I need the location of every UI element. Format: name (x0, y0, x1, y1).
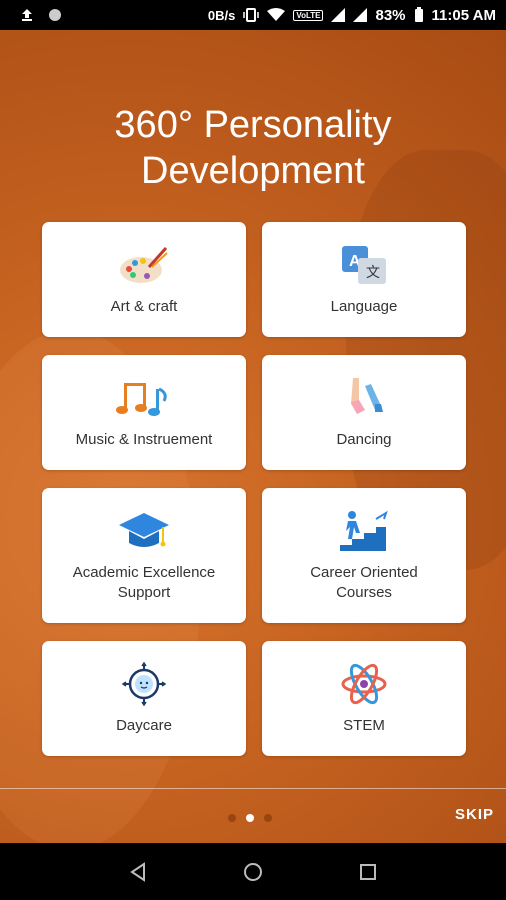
page-dot-2-active[interactable] (246, 814, 254, 822)
page-dot-3[interactable] (264, 814, 272, 822)
category-label: Language (330, 297, 398, 315)
category-card-stem[interactable]: STEM (262, 641, 466, 756)
category-label: Music & Instruement (75, 430, 213, 448)
back-icon[interactable] (118, 852, 158, 892)
page-title: 360° Personality Development (0, 102, 506, 194)
page-dot-1[interactable] (228, 814, 236, 822)
category-label: Dancing (336, 430, 392, 448)
category-card-music[interactable]: Music & Instruement (42, 355, 246, 470)
navigation-bar (0, 843, 506, 900)
category-label: Career Oriented Courses (310, 563, 418, 601)
category-card-dancing[interactable]: Dancing (262, 355, 466, 470)
category-grid: Art & craft A 文 Language Music & Instrue… (42, 222, 466, 756)
vibrate-icon (243, 7, 260, 23)
signal-icon-2 (353, 8, 368, 22)
notification-dot-icon (48, 8, 62, 22)
category-label: Daycare (116, 716, 172, 734)
skip-button[interactable]: SKIP (455, 806, 494, 823)
atom-icon (336, 662, 392, 706)
svg-text:文: 文 (366, 265, 380, 281)
clock: 11:05 AM (431, 6, 496, 24)
baby-face-icon (116, 661, 172, 706)
signal-icon (331, 8, 346, 22)
category-card-academic[interactable]: Academic Excellence Support (42, 488, 246, 623)
battery-percent: 83% (375, 6, 406, 24)
category-card-career[interactable]: Career Oriented Courses (262, 488, 466, 623)
title-line-1: 360° Personality (114, 104, 392, 146)
footer-divider (0, 788, 506, 789)
network-speed: 0B/s (207, 7, 236, 23)
upload-icon (20, 8, 34, 22)
status-bar: 0B/s VoLTE 83% 11:05 AM (0, 0, 506, 30)
category-label: Academic Excellence Support (72, 563, 216, 601)
ballet-shoes-icon (336, 376, 392, 420)
wifi-icon (267, 8, 286, 22)
music-notes-icon (116, 376, 172, 420)
page-indicator (228, 814, 272, 822)
category-label: STEM (343, 716, 385, 734)
volte-badge: VoLTE (293, 9, 324, 21)
category-card-language[interactable]: A 文 Language (262, 222, 466, 337)
translate-icon: A 文 (336, 243, 392, 287)
palette-icon (116, 243, 172, 287)
title-line-2: Development (141, 150, 365, 192)
career-stairs-icon (336, 509, 392, 553)
battery-icon (414, 7, 424, 23)
graduation-cap-icon (116, 509, 172, 553)
category-card-daycare[interactable]: Daycare (42, 641, 246, 756)
home-icon[interactable] (233, 852, 273, 892)
recents-icon[interactable] (348, 852, 388, 892)
category-card-art-craft[interactable]: Art & craft (42, 222, 246, 337)
category-label: Art & craft (110, 297, 178, 315)
main-content: 360° Personality Development Art & craft (0, 30, 506, 843)
